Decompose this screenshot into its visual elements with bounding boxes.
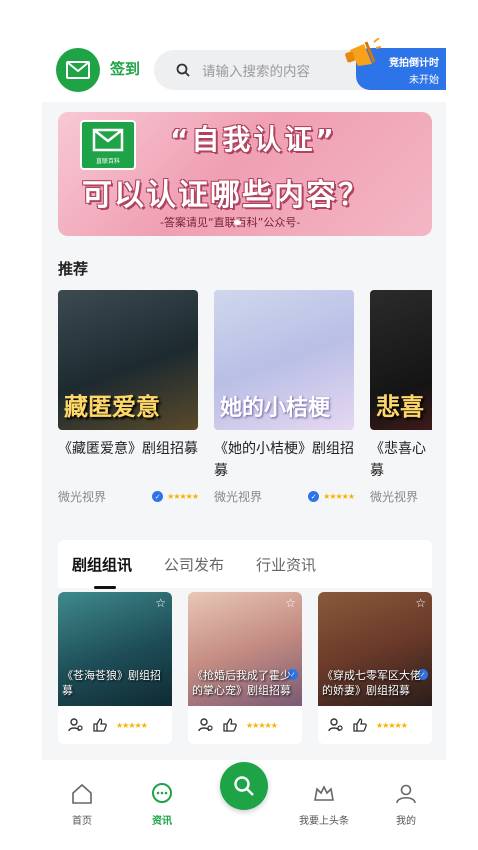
envelope-icon bbox=[92, 128, 124, 152]
user-search-icon[interactable] bbox=[198, 717, 214, 733]
cover-title: 悲喜 bbox=[376, 393, 424, 421]
rating-stars-icon: ★★★★★ bbox=[323, 492, 355, 501]
search-icon bbox=[176, 63, 190, 77]
crew-news-grid: ☆ 《苍海苍狼》剧组招募 ★★★★★ ☆ ✓ 《抢婚后我成了霍少的掌心宠》剧组招… bbox=[58, 592, 432, 752]
thumbs-up-icon[interactable] bbox=[352, 717, 368, 733]
cover-title: 藏匿爱意 bbox=[64, 393, 160, 421]
card-image: ☆ ✓ 《穿成七零军区大佬的娇妻》剧组招募 bbox=[318, 592, 432, 706]
favorite-star-icon[interactable]: ☆ bbox=[415, 596, 426, 610]
user-search-icon[interactable] bbox=[328, 717, 344, 733]
banner-subheadline: 可以认证哪些内容？ bbox=[82, 178, 370, 213]
card-author: 微光视界 bbox=[370, 490, 419, 504]
envelope-icon bbox=[66, 61, 90, 79]
search-placeholder: 请输入搜索的内容 bbox=[202, 64, 310, 80]
nav-headline[interactable]: 我要上头条 bbox=[294, 782, 354, 827]
megaphone-icon bbox=[345, 38, 382, 66]
card-title: 《悲喜心募 bbox=[370, 441, 426, 479]
user-icon bbox=[396, 784, 416, 804]
checkin-button[interactable]: 签到 bbox=[110, 58, 140, 79]
countdown-title: 竞拍倒计时 bbox=[389, 58, 439, 69]
card-caption: 《穿成七零军区大佬的娇妻》剧组招募 bbox=[322, 669, 421, 697]
promo-banner[interactable]: 直联百科 “自我认证” 可以认证哪些内容？ -答案请见“直联百科”公众号- bbox=[58, 112, 432, 236]
card-title: 《她的小桔梗》剧组招募 bbox=[214, 441, 354, 479]
thumbs-up-icon[interactable] bbox=[92, 717, 108, 733]
cover-image: 她的小桔梗 bbox=[214, 290, 354, 430]
carousel-dot bbox=[234, 220, 241, 225]
nav-news-label: 资讯 bbox=[152, 816, 172, 827]
nav-home-label: 首页 bbox=[72, 816, 92, 827]
crown-icon bbox=[314, 785, 334, 801]
card-caption: 《抢婚后我成了霍少的掌心宠》剧组招募 bbox=[192, 669, 291, 697]
recommend-card[interactable]: 悲喜 《悲喜心募 微光视界 bbox=[370, 290, 432, 505]
tab-industry-news[interactable]: 行业资讯 bbox=[256, 554, 316, 575]
rating-stars-icon: ★★★★★ bbox=[116, 720, 148, 730]
cover-title: 她的小桔梗 bbox=[220, 396, 331, 421]
cover-image: 悲喜 bbox=[370, 290, 432, 430]
nav-news[interactable]: 资讯 bbox=[132, 782, 192, 827]
card-author: 微光视界 bbox=[214, 490, 263, 504]
section-title-recommend: 推荐 bbox=[58, 260, 89, 278]
card-image: ☆ 《苍海苍狼》剧组招募 bbox=[58, 592, 172, 706]
card-caption: 《苍海苍狼》剧组招募 bbox=[62, 669, 161, 697]
favorite-star-icon[interactable]: ☆ bbox=[285, 596, 296, 610]
user-search-icon[interactable] bbox=[68, 717, 84, 733]
banner-headline: “自我认证” bbox=[170, 123, 337, 156]
recommend-card[interactable]: 藏匿爱意 《藏匿爱意》剧组招募 微光视界 ✓ ★★★★★ bbox=[58, 290, 199, 505]
favorite-star-icon[interactable]: ☆ bbox=[155, 596, 166, 610]
app-screen: 签到 请输入搜索的内容 竞拍倒计时 未开始 直联百科 “自我认证” 可以认证哪些… bbox=[42, 38, 446, 850]
home-icon bbox=[72, 783, 92, 804]
recommend-carousel[interactable]: 藏匿爱意 《藏匿爱意》剧组招募 微光视界 ✓ ★★★★★ 她的小桔梗 《她的小桔… bbox=[58, 290, 432, 510]
card-image: ☆ ✓ 《抢婚后我成了霍少的掌心宠》剧组招募 bbox=[188, 592, 302, 706]
nav-mine[interactable]: 我的 bbox=[376, 782, 436, 827]
tab-company-posts[interactable]: 公司发布 bbox=[164, 554, 224, 575]
nav-mine-label: 我的 bbox=[396, 816, 416, 827]
nav-home[interactable]: 首页 bbox=[52, 782, 112, 827]
card-title: 《藏匿爱意》剧组招募 bbox=[58, 441, 198, 457]
cover-image: 藏匿爱意 bbox=[58, 290, 198, 430]
category-tabs: 剧组组讯 公司发布 行业资讯 bbox=[58, 540, 432, 589]
rating-stars-icon: ★★★★★ bbox=[246, 720, 278, 730]
card-author: 微光视界 bbox=[58, 490, 107, 504]
thumbs-up-icon[interactable] bbox=[222, 717, 238, 733]
verified-icon: ✓ bbox=[308, 491, 320, 502]
search-icon bbox=[234, 776, 254, 796]
rating-stars-icon: ★★★★★ bbox=[167, 492, 199, 501]
news-card[interactable]: ☆ ✓ 《抢婚后我成了霍少的掌心宠》剧组招募 ★★★★★ bbox=[188, 592, 302, 744]
bottom-nav: 首页 资讯 我要上头条 我的 bbox=[42, 760, 446, 850]
recommend-card[interactable]: 她的小桔梗 《她的小桔梗》剧组招募 微光视界 ✓ ★★★★★ bbox=[214, 290, 355, 505]
countdown-status: 未开始 bbox=[409, 75, 439, 86]
app-logo[interactable] bbox=[56, 48, 100, 92]
tab-crew-news[interactable]: 剧组组讯 bbox=[72, 554, 132, 589]
banner-logo-text: 直联百科 bbox=[95, 158, 120, 165]
news-card[interactable]: ☆ ✓ 《穿成七零军区大佬的娇妻》剧组招募 ★★★★★ bbox=[318, 592, 432, 744]
chat-bubble-icon bbox=[152, 783, 172, 803]
news-card[interactable]: ☆ 《苍海苍狼》剧组招募 ★★★★★ bbox=[58, 592, 172, 744]
search-fab-button[interactable] bbox=[220, 762, 268, 810]
rating-stars-icon: ★★★★★ bbox=[376, 720, 408, 730]
carousel-indicator bbox=[234, 220, 241, 225]
nav-headline-label: 我要上头条 bbox=[299, 816, 349, 827]
banner-logo: 直联百科 bbox=[80, 120, 136, 170]
verified-icon: ✓ bbox=[152, 491, 164, 502]
top-header: 签到 请输入搜索的内容 竞拍倒计时 未开始 bbox=[42, 38, 446, 102]
banner-footnote: -答案请见“直联百科”公众号- bbox=[160, 216, 301, 229]
